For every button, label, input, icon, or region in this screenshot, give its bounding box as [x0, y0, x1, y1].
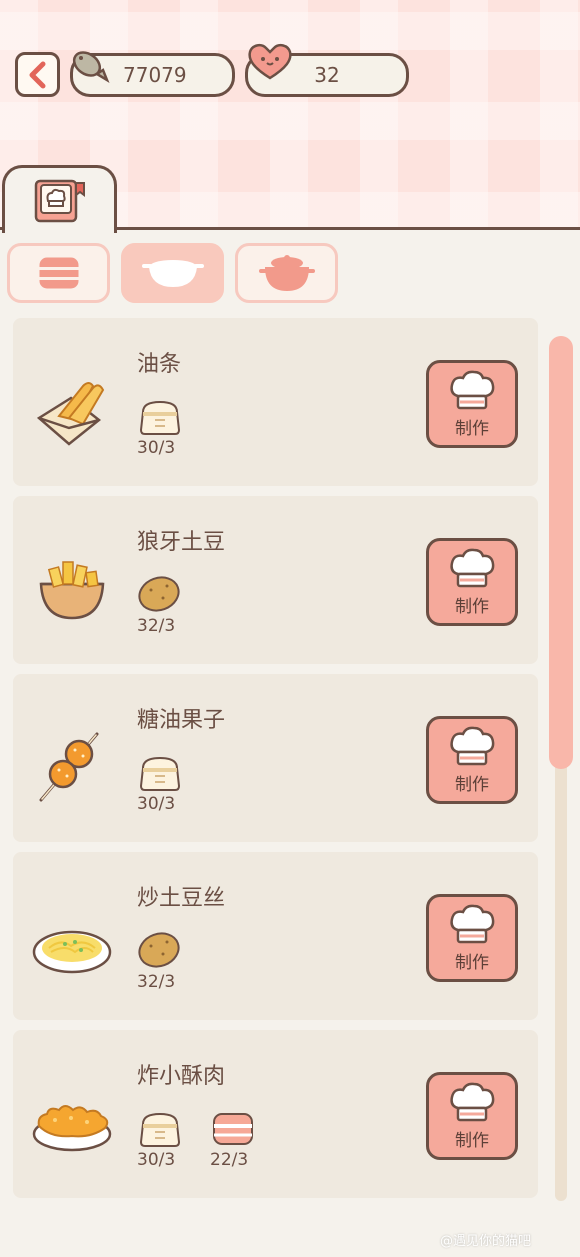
make-label: 制作	[455, 596, 489, 617]
recipe-name: 糖油果子	[137, 708, 226, 733]
recipe-item: 炸小酥肉 30/3 22/3 制作	[13, 1030, 538, 1198]
chef-hat-icon	[450, 904, 495, 943]
heart-count: 32	[314, 63, 340, 87]
heart-counter: 32	[245, 43, 409, 97]
steamer-icon	[38, 256, 79, 290]
coin-counter: 77079	[70, 51, 235, 97]
make-button[interactable]: 制作	[426, 538, 518, 626]
make-label: 制作	[455, 1130, 489, 1151]
potato-icon	[138, 932, 180, 968]
sugar-balls-icon	[39, 732, 99, 802]
recipe-list: 油条 30/3 制作 狼牙土豆 32/3 制作 糖油果子 30/3 制作 炒土豆…	[13, 318, 538, 1208]
ingredient-count: 30/3	[137, 438, 176, 458]
recipe-book-icon	[34, 179, 85, 222]
pot-icon	[258, 255, 315, 291]
make-label: 制作	[455, 952, 489, 973]
ingredient: 30/3	[137, 1108, 197, 1170]
category-bar	[7, 243, 338, 303]
ingredient-count: 22/3	[210, 1150, 249, 1170]
heart-icon	[248, 43, 292, 80]
ingredient: 30/3	[137, 396, 197, 458]
recipe-item: 狼牙土豆 32/3 制作	[13, 496, 538, 664]
ingredient-count: 30/3	[137, 1150, 176, 1170]
category-pot[interactable]	[235, 243, 338, 303]
watermark: @遇见你的猫吧	[440, 1234, 532, 1249]
tab-recipe-book[interactable]	[2, 165, 117, 233]
make-label: 制作	[455, 418, 489, 439]
category-steamer[interactable]	[7, 243, 110, 303]
ingredient-count: 32/3	[137, 972, 176, 992]
ingredient-count: 32/3	[137, 616, 176, 636]
flour-bag-icon	[139, 400, 181, 435]
recipe-item: 油条 30/3 制作	[13, 318, 538, 486]
flour-bag-icon	[139, 1112, 181, 1147]
recipe-name: 狼牙土豆	[137, 530, 226, 555]
coin-count: 77079	[123, 63, 187, 87]
back-button[interactable]	[15, 52, 60, 97]
make-button[interactable]: 制作	[426, 894, 518, 982]
potato-icon	[138, 576, 180, 612]
ingredient-count: 30/3	[137, 794, 176, 814]
recipe-name: 炸小酥肉	[137, 1064, 226, 1089]
ingredient: 22/3	[210, 1108, 270, 1170]
shredded-potato-icon	[32, 930, 112, 974]
recipe-name: 炒土豆丝	[137, 886, 226, 911]
ingredient: 30/3	[137, 752, 197, 814]
youtiao-icon	[36, 382, 105, 446]
bowl-icon	[141, 260, 204, 287]
make-button[interactable]: 制作	[426, 360, 518, 448]
ingredient: 32/3	[137, 574, 197, 636]
recipe-name: 油条	[137, 352, 182, 377]
make-button[interactable]: 制作	[426, 716, 518, 804]
make-button[interactable]: 制作	[426, 1072, 518, 1160]
make-label: 制作	[455, 774, 489, 795]
ingredient: 32/3	[137, 930, 197, 992]
fried-potato-icon	[39, 561, 105, 620]
chef-hat-icon	[450, 370, 495, 409]
scrollbar-thumb[interactable]	[549, 336, 573, 769]
crispy-pork-icon	[32, 1105, 112, 1152]
recipe-item: 炒土豆丝 32/3 制作	[13, 852, 538, 1020]
chevron-left-icon	[29, 61, 45, 88]
recipe-item: 糖油果子 30/3 制作	[13, 674, 538, 842]
chef-hat-icon	[450, 1082, 495, 1121]
category-bowl[interactable]	[121, 243, 224, 303]
flour-bag-icon	[139, 756, 181, 791]
chef-hat-icon	[450, 726, 495, 765]
pork-icon	[213, 1113, 253, 1145]
fish-icon	[72, 51, 110, 83]
chef-hat-icon	[450, 548, 495, 587]
